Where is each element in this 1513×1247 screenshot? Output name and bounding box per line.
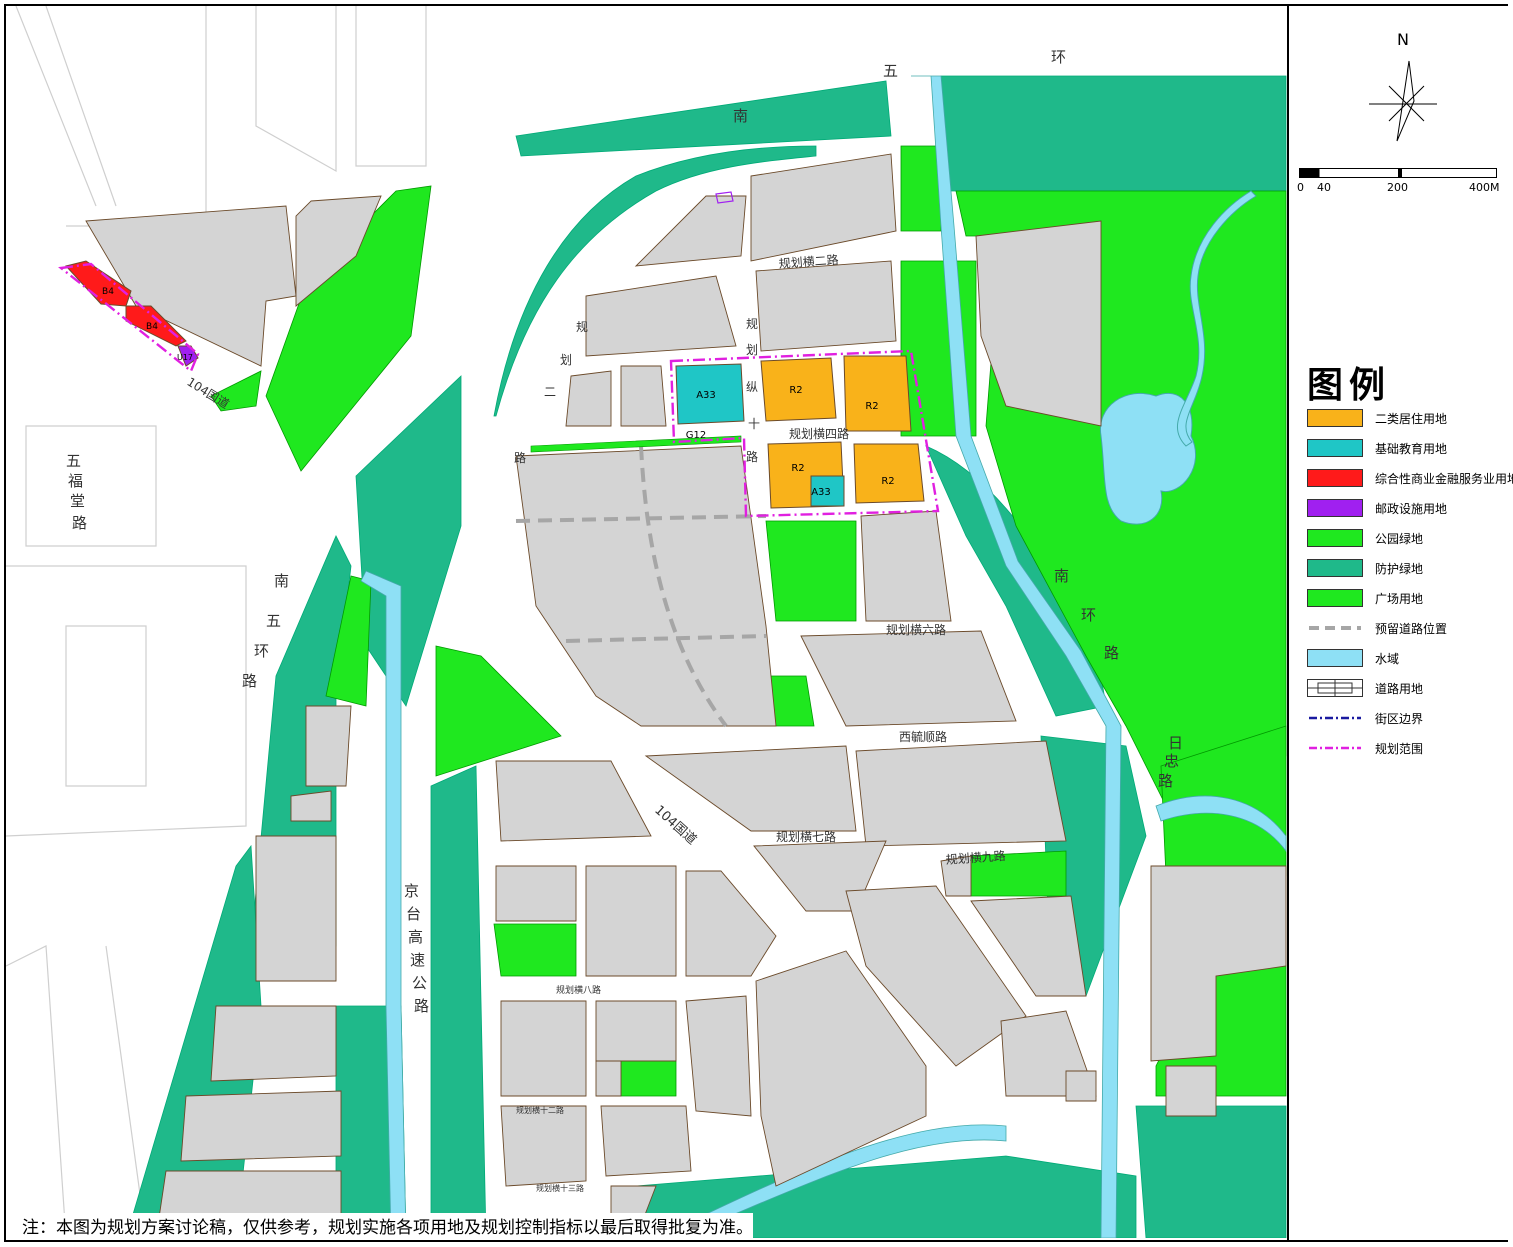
legend-item-commercial: 综合性商业金融服务业用地 xyxy=(1307,467,1513,489)
legend-item-park: 公园绿地 xyxy=(1307,527,1423,549)
legend-item-plaza: 广场用地 xyxy=(1307,587,1423,609)
legend-item-residential: 二类居住用地 xyxy=(1307,407,1447,429)
legend-title: 图例 xyxy=(1307,365,1392,406)
legend-item-education: 基础教育用地 xyxy=(1307,437,1447,459)
plot-label-r2-2: R2 xyxy=(865,401,878,412)
legend-item-reserved-road: 预留道路位置 xyxy=(1307,617,1447,639)
compass-north-label: N xyxy=(1397,30,1409,49)
land-use-map: 南五环 规划横二路 规划 规划纵十路 规划横四路 二路 规划横六路 西毓顺路 1… xyxy=(6,6,1287,1238)
plot-r2-2 xyxy=(843,355,912,432)
scale-tick-200: 200 xyxy=(1387,181,1408,194)
scale-bar xyxy=(1299,168,1497,178)
legend-swatch xyxy=(1307,619,1363,637)
legend-item-planning-boundary: 规划范围 xyxy=(1307,737,1423,759)
legend-item-block-boundary: 街区边界 xyxy=(1307,707,1423,729)
legend-swatch xyxy=(1307,409,1363,427)
road-label-heng-shisan: 规划横十三路 xyxy=(536,1183,584,1193)
plot-label-r2-4: R2 xyxy=(881,476,894,487)
legend-swatch xyxy=(1307,709,1363,727)
scale-tick-40: 40 xyxy=(1317,181,1331,194)
road-label-heng-si: 规划横四路 xyxy=(789,426,849,441)
legend-swatch xyxy=(1307,499,1363,517)
legend-item-protective: 防护绿地 xyxy=(1307,557,1423,579)
legend-swatch xyxy=(1307,469,1363,487)
plot-r2-4 xyxy=(853,443,925,504)
plot-label-u17: U17 xyxy=(177,353,193,362)
legend-item-postal: 邮政设施用地 xyxy=(1307,497,1447,519)
plot-label-a33-top: A33 xyxy=(696,390,716,401)
legend-swatch xyxy=(1307,589,1363,607)
road-label-heng-liu: 规划横六路 xyxy=(886,622,946,637)
legend-item-road: 道路用地 xyxy=(1307,677,1423,699)
legend-swatch xyxy=(1307,649,1363,667)
legend-swatch xyxy=(1307,439,1363,457)
legend-swatch xyxy=(1307,739,1363,757)
plot-label-b4-1: B4 xyxy=(102,287,114,297)
road-label-xiyulu: 西毓顺路 xyxy=(899,729,947,744)
road-label-heng-qi: 规划横七路 xyxy=(776,829,836,844)
plot-label-a33-bottom: A33 xyxy=(811,487,831,498)
plot-label-r2-1: R2 xyxy=(789,385,802,396)
scale-tick-400m: 400M xyxy=(1469,181,1500,194)
compass-rose-icon xyxy=(1369,60,1437,142)
plot-label-r2-3: R2 xyxy=(791,463,804,474)
legend-item-water: 水域 xyxy=(1307,647,1399,669)
scale-tick-0: 0 xyxy=(1297,181,1304,194)
legend-swatch xyxy=(1307,679,1363,697)
legend-swatch xyxy=(1307,559,1363,577)
compass: N xyxy=(1369,26,1439,146)
legend-swatch xyxy=(1307,529,1363,547)
road-label-heng-shier: 规划横十二路 xyxy=(516,1105,564,1115)
road-label-heng-ba: 规划横八路 xyxy=(556,984,601,996)
plot-label-b4-2: B4 xyxy=(146,322,158,332)
plot-label-g12: G12 xyxy=(686,430,706,441)
legend-panel: N 0 40 200 400M 图例 二类居住用地 基础教育用地 综合性商业金融… xyxy=(1287,6,1513,1240)
disclaimer-note: 注：本图为规划方案讨论稿，仅供参考，规划实施各项用地及规划控制指标以最后取得批复… xyxy=(22,1213,753,1238)
